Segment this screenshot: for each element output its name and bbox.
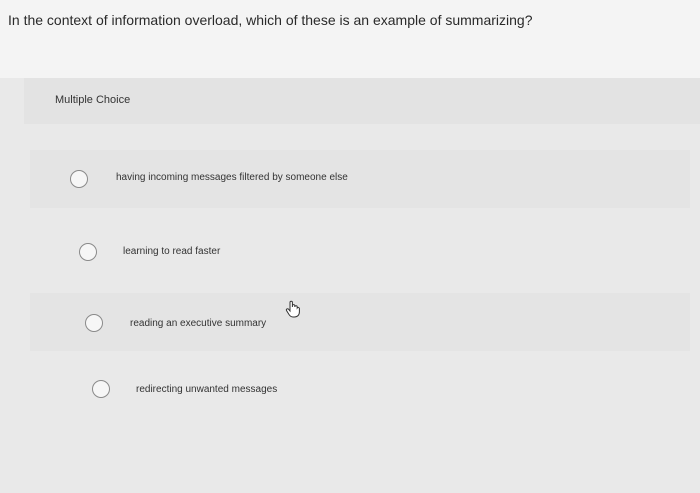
answer-option-4[interactable]: redirecting unwanted messages <box>30 360 690 418</box>
radio-button[interactable] <box>85 314 103 332</box>
answer-option-1[interactable]: having incoming messages filtered by som… <box>30 150 690 208</box>
answer-panel <box>0 78 700 493</box>
hand-cursor-icon <box>285 300 300 318</box>
answer-option-label: learning to read faster <box>123 246 221 257</box>
answer-option-2[interactable]: learning to read faster <box>30 222 690 280</box>
answer-option-label: redirecting unwanted messages <box>136 384 278 395</box>
answer-option-label: reading an executive summary <box>130 318 267 329</box>
answer-option-3[interactable]: reading an executive summary <box>30 293 690 351</box>
question-header: In the context of information overload, … <box>0 0 700 78</box>
radio-button[interactable] <box>70 170 88 188</box>
answer-option-label: having incoming messages filtered by som… <box>116 172 348 183</box>
radio-button[interactable] <box>92 380 110 398</box>
question-type-header: Multiple Choice <box>24 78 700 124</box>
question-text: In the context of information overload, … <box>8 12 533 28</box>
question-type-label: Multiple Choice <box>55 94 131 106</box>
radio-button[interactable] <box>79 243 97 261</box>
